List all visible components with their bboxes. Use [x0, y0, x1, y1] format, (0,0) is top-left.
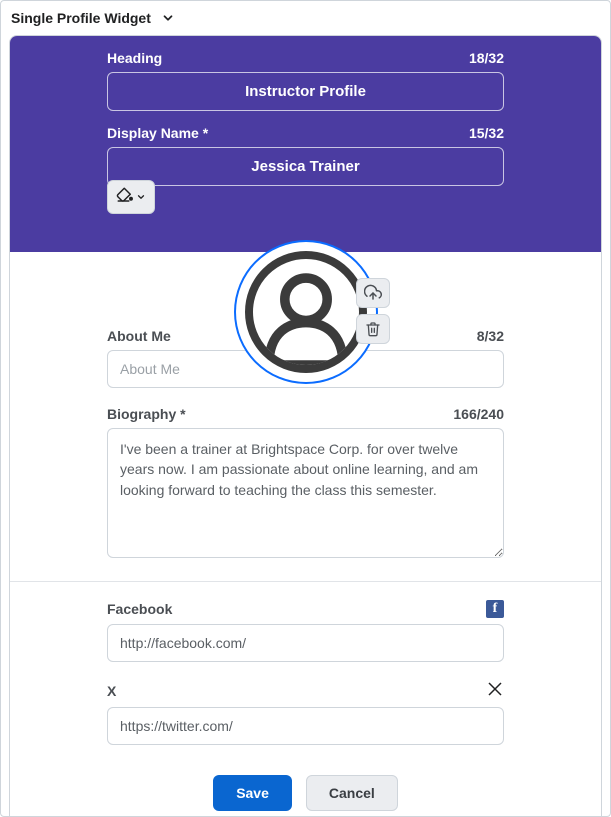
widget-editor-panel: Single Profile Widget Heading 18/32 Disp… — [0, 0, 611, 817]
hero-section: Heading 18/32 Display Name * 15/32 — [10, 36, 601, 252]
avatar-ring[interactable] — [236, 242, 376, 382]
avatar-area — [236, 242, 376, 382]
biography-textarea[interactable] — [107, 428, 504, 558]
display-name-char-count: 15/32 — [469, 125, 504, 141]
heading-label: Heading — [107, 50, 162, 66]
facebook-input[interactable] — [107, 624, 504, 662]
facebook-icon: f — [486, 600, 504, 618]
about-me-char-count: 8/32 — [477, 328, 504, 344]
display-name-label: Display Name * — [107, 125, 208, 141]
about-me-label: About Me — [107, 328, 171, 344]
x-input[interactable] — [107, 707, 504, 745]
paint-bucket-icon — [116, 186, 134, 209]
profile-card: Heading 18/32 Display Name * 15/32 — [9, 35, 602, 817]
heading-char-count: 18/32 — [469, 50, 504, 66]
facebook-label-row: Facebook f — [107, 600, 504, 618]
save-button[interactable]: Save — [213, 775, 292, 811]
display-name-label-row: Display Name * 15/32 — [107, 125, 504, 141]
cancel-button[interactable]: Cancel — [306, 775, 398, 811]
facebook-label: Facebook — [107, 601, 172, 617]
footer-actions: Save Cancel — [10, 761, 601, 817]
x-label: X — [107, 683, 116, 699]
avatar-delete-button[interactable] — [356, 314, 390, 344]
heading-label-row: Heading 18/32 — [107, 50, 504, 66]
widget-title: Single Profile Widget — [11, 10, 151, 26]
trash-icon — [365, 321, 381, 337]
x-label-row: X — [107, 680, 504, 701]
display-name-input[interactable] — [107, 147, 504, 186]
bio-label-row: Biography * 166/240 — [107, 406, 504, 422]
cloud-upload-icon — [364, 284, 382, 302]
heading-input[interactable] — [107, 72, 504, 111]
avatar-placeholder-icon — [245, 251, 367, 373]
biography-label: Biography * — [107, 406, 186, 422]
widget-title-bar: Single Profile Widget — [1, 1, 610, 31]
biography-char-count: 166/240 — [453, 406, 504, 422]
section-divider — [10, 581, 601, 582]
background-color-button[interactable] — [107, 180, 155, 214]
avatar-upload-button[interactable] — [356, 278, 390, 308]
chevron-down-icon — [136, 192, 146, 202]
chevron-down-icon[interactable] — [159, 9, 177, 27]
x-social-icon — [486, 680, 504, 701]
